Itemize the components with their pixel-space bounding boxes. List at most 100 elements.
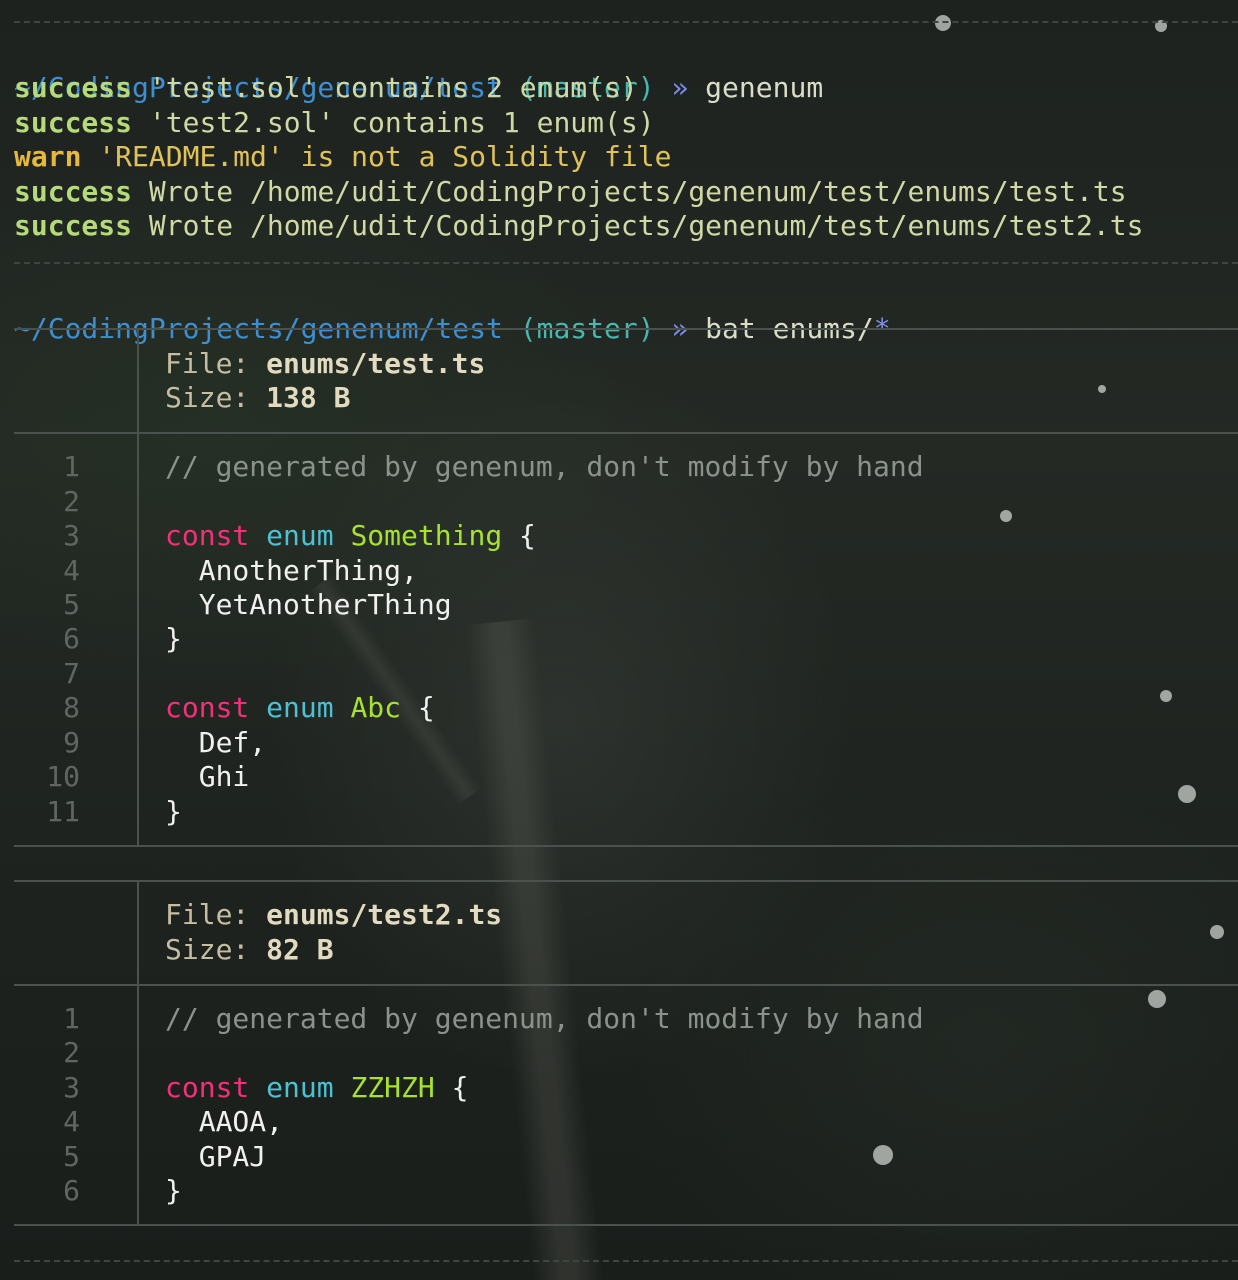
- enum-member-text: YetAnotherThing: [198, 588, 452, 621]
- file-name: enums/test.ts: [266, 347, 486, 380]
- line-number: 5: [63, 1140, 80, 1173]
- size-header: Size: 138 B: [165, 381, 350, 415]
- code-type: enum: [266, 519, 334, 552]
- line-number: 4: [63, 554, 80, 587]
- code-comment: // generated by genenum, don't modify by…: [165, 1002, 924, 1035]
- background-raindrop: [873, 1145, 893, 1165]
- prompt-line: ~/CodingProjects/genenum/test (master) »…: [14, 37, 823, 104]
- code-keyword: const: [165, 691, 250, 724]
- line-number: 1: [63, 450, 80, 483]
- prompt-line: ~/CodingProjects/genenum/test (master) »…: [14, 278, 891, 345]
- enum-member: AnotherThing,: [165, 554, 418, 588]
- line-number: 11: [46, 795, 80, 828]
- output-line: success Wrote /home/udit/CodingProjects/…: [14, 175, 1127, 209]
- log-level-success: success: [14, 209, 133, 242]
- file-header: File: enums/test2.ts: [165, 898, 502, 932]
- command-text: genenum: [705, 71, 824, 104]
- file-name: enums/test2.ts: [266, 898, 503, 931]
- enum-member-text: AAOA,: [198, 1105, 284, 1138]
- log-level-success: success: [14, 106, 133, 139]
- code-brace: {: [519, 519, 536, 552]
- enum-member: YetAnotherThing: [165, 588, 452, 622]
- background-raindrop: [1160, 690, 1172, 702]
- code-type: enum: [266, 691, 334, 724]
- line-number: 6: [63, 622, 80, 655]
- code-comment: // generated by genenum, don't modify by…: [165, 450, 924, 483]
- log-message: Wrote /home/udit/CodingProjects/genenum/…: [148, 175, 1127, 208]
- bat-bottom-rule: [14, 1224, 1238, 1226]
- log-level-warn: warn: [14, 140, 82, 173]
- enum-name: Something: [350, 519, 503, 552]
- file-label: File:: [165, 898, 250, 931]
- code-type: enum: [266, 1071, 334, 1104]
- enum-member: Def,: [165, 726, 266, 760]
- enum-member: GPAJ: [165, 1140, 266, 1174]
- code-brace: {: [451, 1071, 469, 1104]
- file-label: File:: [165, 347, 250, 380]
- code-brace: }: [165, 795, 182, 828]
- size-label: Size:: [165, 381, 250, 414]
- enum-name: Abc: [350, 691, 402, 724]
- output-line: success 'test.sol' contains 2 enum(s): [14, 71, 638, 105]
- bat-top-rule: [14, 880, 1238, 882]
- line-number: 10: [46, 760, 80, 793]
- code-keyword: const: [165, 519, 250, 552]
- code-brace: }: [165, 1174, 182, 1207]
- line-number: 4: [63, 1105, 80, 1138]
- log-message: 'README.md' is not a Solidity file: [98, 140, 672, 173]
- background-raindrop: [1098, 385, 1106, 393]
- line-number: 2: [63, 485, 80, 518]
- line-number: 8: [63, 691, 80, 724]
- background-raindrop: [935, 15, 951, 31]
- code-line: const enum Abc {: [165, 691, 435, 725]
- code-keyword: const: [165, 1071, 250, 1104]
- prompt-arrow: »: [671, 71, 689, 104]
- prompt-separator: [14, 1260, 1238, 1262]
- code-brace: {: [417, 691, 435, 724]
- enum-name: ZZHZH: [350, 1071, 435, 1104]
- code-line: const enum ZZHZH {: [165, 1071, 468, 1105]
- log-level-success: success: [14, 71, 133, 104]
- file-size: 82 B: [266, 933, 334, 966]
- background-raindrop: [1178, 785, 1196, 803]
- output-line: warn 'README.md' is not a Solidity file: [14, 140, 671, 174]
- file-size: 138 B: [266, 381, 351, 414]
- code-brace: }: [165, 622, 182, 655]
- background-raindrop: [1210, 925, 1224, 939]
- bat-top-rule: [14, 328, 1238, 330]
- line-number: 7: [63, 657, 80, 690]
- log-message: 'test2.sol' contains 1 enum(s): [148, 106, 655, 139]
- line-number: 9: [63, 726, 80, 759]
- bat-bottom-rule: [14, 845, 1238, 847]
- bat-header-rule: [14, 984, 1238, 986]
- line-number: 3: [63, 519, 80, 552]
- size-header: Size: 82 B: [165, 933, 334, 967]
- enum-member-text: AnotherThing,: [198, 554, 418, 587]
- size-label: Size:: [165, 933, 250, 966]
- enum-member-text: Ghi: [198, 760, 250, 793]
- line-number: 6: [63, 1174, 80, 1207]
- enum-member: Ghi: [165, 760, 250, 794]
- bat-header-rule: [14, 432, 1238, 434]
- code-line: const enum Something {: [165, 519, 536, 553]
- prompt-separator: [14, 21, 1238, 23]
- output-line: success Wrote /home/udit/CodingProjects/…: [14, 209, 1143, 243]
- line-number: 1: [63, 1002, 80, 1035]
- enum-member-text: GPAJ: [198, 1140, 267, 1173]
- log-message: Wrote /home/udit/CodingProjects/genenum/…: [148, 209, 1144, 242]
- line-number: 3: [63, 1071, 80, 1104]
- prompt-separator: [14, 262, 1238, 264]
- bat-gutter-rule: [137, 881, 139, 1224]
- log-level-success: success: [14, 175, 133, 208]
- enum-member-text: Def,: [198, 726, 267, 759]
- background-tree-trunk: [464, 618, 606, 1280]
- output-line: success 'test2.sol' contains 1 enum(s): [14, 106, 655, 140]
- file-header: File: enums/test.ts: [165, 347, 485, 381]
- background-raindrop: [1148, 990, 1166, 1008]
- log-message: 'test.sol' contains 2 enum(s): [148, 71, 638, 104]
- enum-member: AAOA,: [165, 1105, 283, 1139]
- bat-gutter-rule: [137, 329, 139, 846]
- background-raindrop: [1000, 510, 1012, 522]
- line-number: 5: [63, 588, 80, 621]
- line-number: 2: [63, 1036, 80, 1069]
